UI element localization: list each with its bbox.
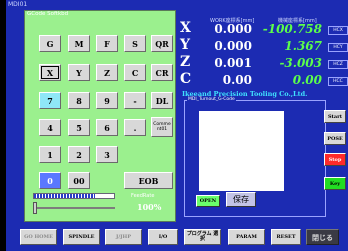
key-comment[interactable]: Comme nt01	[151, 117, 173, 137]
axis-x-work: 0.000	[214, 22, 252, 36]
key-x[interactable]: X	[39, 64, 61, 81]
axis-z-machine: -3.003	[279, 56, 322, 70]
key-z[interactable]: Z	[96, 64, 118, 81]
key-5[interactable]: 5	[68, 119, 90, 136]
key-dl[interactable]: DL	[151, 92, 173, 109]
app-window: MDI01 GCode Softkbd G M F S QR X Y Z C C…	[6, 0, 348, 251]
close-button[interactable]: 閉じる	[306, 229, 339, 245]
pose-button[interactable]: POSE	[324, 132, 346, 145]
key-cr[interactable]: CR	[151, 64, 173, 81]
go-home-button[interactable]: GO HOME	[20, 229, 57, 245]
window-title: MDI01	[8, 1, 28, 8]
keypad-title: GCode Softkbd	[27, 11, 69, 17]
feedrate-label: FeedRate	[131, 193, 155, 199]
key-minus[interactable]: -	[124, 92, 146, 109]
gcode-keypad-panel: GCode Softkbd G M F S QR X Y Z C CR 7 8 …	[24, 10, 176, 222]
jog-button[interactable]: J/JHP	[105, 229, 142, 245]
key-f[interactable]: F	[96, 35, 118, 52]
key-dot[interactable]: .	[124, 119, 146, 136]
key-qr[interactable]: QR	[151, 35, 173, 52]
axis-x-label: X	[180, 20, 191, 36]
axis-y-machine: 1.367	[284, 39, 322, 53]
feedrate-slider-thumb[interactable]	[33, 202, 37, 214]
param-button[interactable]: PARAM	[228, 229, 265, 245]
spindle-button[interactable]: SPINDLE	[63, 229, 100, 245]
key-7[interactable]: 7	[39, 92, 61, 109]
key-s[interactable]: S	[124, 35, 146, 52]
axis-z-label: Z	[180, 54, 191, 70]
axis-c-work: 0.00	[222, 73, 252, 87]
mdi-group-label: MDI_Turnout_G-Code	[187, 97, 236, 102]
key-00[interactable]: 00	[68, 172, 90, 189]
axis-c-label: C	[180, 71, 192, 87]
key-1[interactable]: 1	[39, 146, 61, 163]
start-button[interactable]: Start	[324, 110, 346, 123]
key-button[interactable]: Key	[324, 177, 346, 190]
open-button[interactable]: OPEN	[196, 195, 220, 207]
save-button[interactable]: 保存	[226, 192, 256, 207]
key-0[interactable]: 0	[39, 172, 61, 189]
key-c[interactable]: C	[124, 64, 146, 81]
key-2[interactable]: 2	[68, 146, 90, 163]
feedrate-value: 100%	[137, 202, 162, 212]
axis-y-work: 0.000	[214, 39, 252, 53]
bottom-toolbar: GO HOME SPINDLE J/JHP I/O プログラム 選択 PARAM…	[6, 222, 348, 251]
axis-x-machine: -100.758	[262, 22, 322, 36]
axis-c-machine: 0.00	[292, 73, 322, 87]
progress-fill	[34, 194, 95, 198]
key-6[interactable]: 6	[96, 119, 118, 136]
key-g[interactable]: G	[39, 35, 61, 52]
key-3[interactable]: 3	[96, 146, 118, 163]
program-select-button[interactable]: プログラム 選択	[184, 229, 221, 245]
key-m[interactable]: M	[68, 35, 90, 52]
mdi-gcode-textarea[interactable]	[199, 111, 284, 191]
key-eob[interactable]: EOB	[124, 172, 173, 189]
reset-button[interactable]: RESET	[271, 229, 301, 245]
hcc-button[interactable]: HCC	[328, 77, 348, 86]
hcx-button[interactable]: HCX	[328, 26, 348, 35]
axis-y-label: Y	[180, 37, 190, 53]
stop-button[interactable]: Stop	[324, 153, 346, 166]
key-4[interactable]: 4	[39, 119, 61, 136]
key-8[interactable]: 8	[68, 92, 90, 109]
io-button[interactable]: I/O	[148, 229, 178, 245]
axis-z-work: 0.001	[214, 56, 252, 70]
key-y[interactable]: Y	[68, 64, 90, 81]
hcy-button[interactable]: HCY	[328, 43, 348, 52]
feedrate-slider-track[interactable]	[33, 207, 115, 209]
progress-bar	[33, 193, 115, 199]
key-9[interactable]: 9	[96, 92, 118, 109]
hcz-button[interactable]: HCZ	[328, 60, 348, 69]
